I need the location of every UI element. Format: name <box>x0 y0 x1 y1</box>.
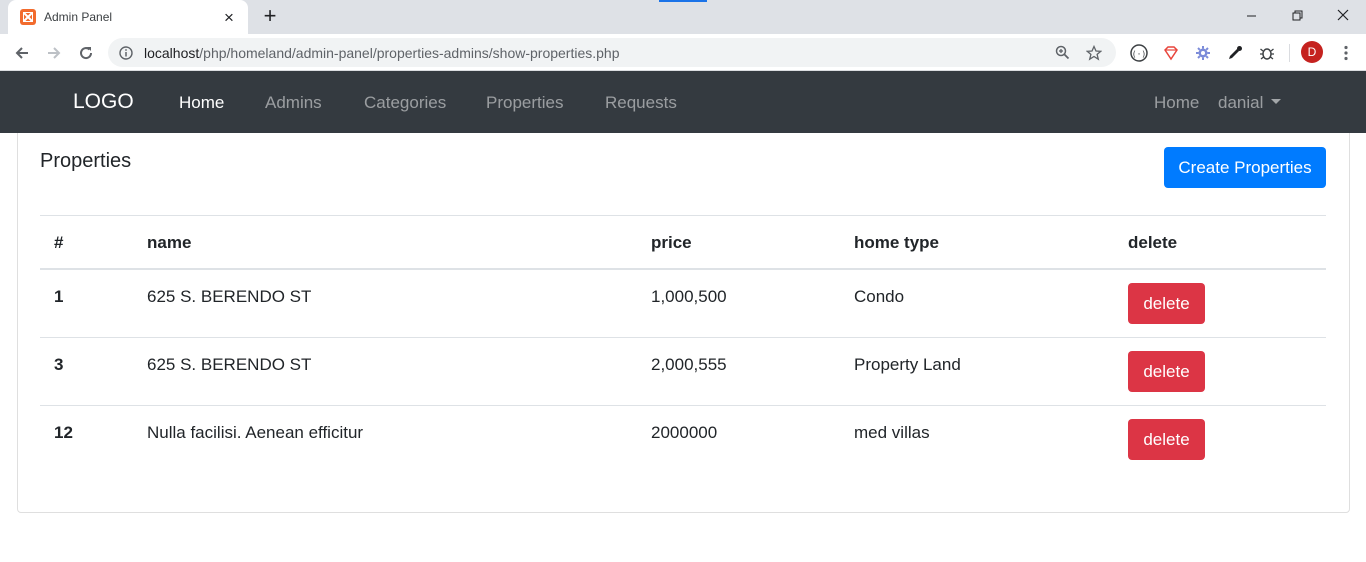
nav-link-admins[interactable]: Admins <box>265 93 322 113</box>
reload-icon[interactable] <box>73 40 99 66</box>
delete-button[interactable]: delete <box>1128 283 1205 324</box>
tab-close-icon[interactable]: × <box>220 8 238 26</box>
table-header-border <box>40 268 1326 270</box>
delete-button[interactable]: delete <box>1128 419 1205 460</box>
nav-link-properties[interactable]: Properties <box>486 93 563 113</box>
extension-eyedropper-icon[interactable] <box>1223 41 1247 65</box>
column-header-home-type: home type <box>854 233 940 252</box>
table-row-border <box>40 405 1326 406</box>
table-row-border <box>40 337 1326 338</box>
row-name: Nulla facilisi. Aenean efficitur <box>147 423 364 442</box>
window-close-icon[interactable] <box>1320 0 1366 30</box>
row-price: 1,000,500 <box>651 287 727 306</box>
column-header-price: price <box>651 233 692 252</box>
nav-link-home[interactable]: Home <box>179 93 224 113</box>
forward-arrow-icon[interactable] <box>41 40 67 66</box>
row-home-type: Property Land <box>854 355 961 374</box>
bookmark-star-icon[interactable] <box>1082 41 1106 65</box>
create-properties-button[interactable]: Create Properties <box>1164 147 1326 188</box>
row-home-type: Condo <box>854 287 905 306</box>
nav-link-categories[interactable]: Categories <box>364 93 446 113</box>
new-tab-icon[interactable]: + <box>258 4 282 28</box>
extension-bug-icon[interactable] <box>1255 41 1279 65</box>
row-home-type: med villas <box>854 423 930 442</box>
address-bar[interactable]: localhost/php/homeland/admin-panel/prope… <box>108 38 1116 67</box>
column-header-id: # <box>54 233 64 252</box>
toolbar-separator <box>1289 44 1290 62</box>
extension-gem-icon[interactable] <box>1159 41 1183 65</box>
navbar-brand-logo[interactable]: LOGO <box>73 90 134 114</box>
url-path: /php/homeland/admin-panel/properties-adm… <box>199 44 620 61</box>
column-header-delete: delete <box>1128 233 1178 252</box>
page-title: Properties <box>40 150 132 172</box>
extension-code-icon[interactable]: (·) <box>1127 41 1151 65</box>
row-name: 625 S. BERENDO ST <box>147 355 312 374</box>
row-id: 12 <box>54 423 73 442</box>
tab-strip-accent <box>659 0 707 2</box>
site-info-icon[interactable] <box>118 45 134 61</box>
nav-link-home-right[interactable]: Home <box>1154 93 1199 113</box>
row-name: 625 S. BERENDO ST <box>147 287 312 306</box>
column-header-name: name <box>147 233 192 252</box>
delete-button[interactable]: delete <box>1128 351 1205 392</box>
user-name: danial <box>1218 93 1264 112</box>
extension-gear-icon[interactable] <box>1191 41 1215 65</box>
row-price: 2000000 <box>651 423 718 442</box>
svg-text:(·): (·) <box>1132 50 1146 59</box>
browser-tab[interactable]: Admin Panel × <box>8 0 248 34</box>
row-price: 2,000,555 <box>651 355 727 374</box>
profile-avatar[interactable]: D <box>1301 41 1323 63</box>
minimize-icon[interactable] <box>1228 0 1274 30</box>
table-top-border <box>40 215 1326 216</box>
dropdown-caret-icon <box>1271 99 1282 104</box>
user-dropdown[interactable]: danial <box>1218 93 1282 113</box>
browser-menu-icon[interactable] <box>1336 41 1356 65</box>
back-arrow-icon[interactable] <box>9 40 35 66</box>
row-id: 1 <box>54 287 64 306</box>
browser-toolbar: localhost/php/homeland/admin-panel/prope… <box>0 34 1366 71</box>
url-text: localhost/php/homeland/admin-panel/prope… <box>144 45 1042 61</box>
tab-title: Admin Panel <box>44 10 113 24</box>
url-host: localhost <box>144 44 200 61</box>
admin-navbar: LOGO Home Admins Categories Properties R… <box>0 71 1366 133</box>
row-id: 3 <box>54 355 64 374</box>
nav-link-requests[interactable]: Requests <box>605 93 677 113</box>
zoom-icon[interactable] <box>1050 41 1074 65</box>
browser-tab-strip: Admin Panel × + <box>0 0 1366 34</box>
restore-icon[interactable] <box>1274 0 1320 30</box>
xampp-favicon-icon <box>20 9 36 25</box>
